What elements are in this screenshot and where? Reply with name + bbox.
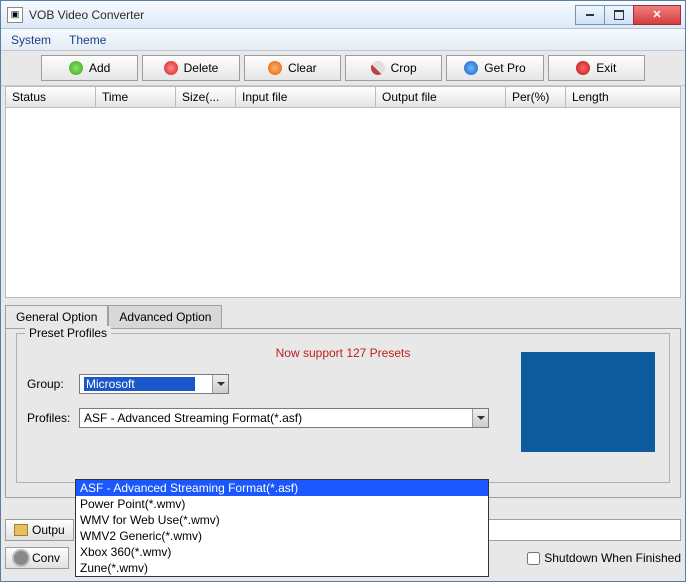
toolbar: Add Delete Clear Crop Get Pro Exit <box>1 51 685 86</box>
dropdown-item[interactable]: WMV for Web Use(*.wmv) <box>76 512 488 528</box>
tab-advanced[interactable]: Advanced Option <box>108 305 222 329</box>
crop-label: Crop <box>391 61 417 75</box>
chevron-down-icon <box>212 375 228 393</box>
preview-box <box>521 352 655 452</box>
window-title: VOB Video Converter <box>29 8 144 22</box>
close-button[interactable] <box>633 5 681 25</box>
minimize-button[interactable] <box>575 5 605 25</box>
getpro-label: Get Pro <box>484 61 525 75</box>
profiles-value: ASF - Advanced Streaming Format(*.asf) <box>84 411 302 425</box>
col-input[interactable]: Input file <box>236 87 376 107</box>
clear-icon <box>268 61 282 75</box>
clear-button[interactable]: Clear <box>244 55 341 81</box>
shutdown-checkbox[interactable]: Shutdown When Finished <box>527 551 681 565</box>
table-header: Status Time Size(... Input file Output f… <box>5 86 681 108</box>
general-panel: Preset Profiles Now support 127 Presets … <box>5 328 681 498</box>
getpro-button[interactable]: Get Pro <box>446 55 543 81</box>
add-label: Add <box>89 61 110 75</box>
info-icon <box>464 61 478 75</box>
dropdown-item[interactable]: Zune(*.wmv) <box>76 560 488 576</box>
dropdown-item[interactable]: Power Point(*.wmv) <box>76 496 488 512</box>
chevron-down-icon <box>472 409 488 427</box>
table-body[interactable] <box>5 108 681 298</box>
col-output[interactable]: Output file <box>376 87 506 107</box>
gear-icon <box>14 551 28 565</box>
profiles-label: Profiles: <box>27 411 79 425</box>
exit-button[interactable]: Exit <box>548 55 645 81</box>
exit-icon <box>576 61 590 75</box>
delete-label: Delete <box>184 61 219 75</box>
output-label: Outpu <box>32 523 65 537</box>
dropdown-item[interactable]: Xbox 360(*.wmv) <box>76 544 488 560</box>
folder-icon <box>14 524 28 536</box>
dropdown-item[interactable]: WMV2 Generic(*.wmv) <box>76 528 488 544</box>
group-combo[interactable]: Microsoft <box>79 374 229 394</box>
preset-fieldset: Preset Profiles Now support 127 Presets … <box>16 333 670 483</box>
col-per[interactable]: Per(%) <box>506 87 566 107</box>
app-icon: ▣ <box>7 7 23 23</box>
crop-button[interactable]: Crop <box>345 55 442 81</box>
group-value: Microsoft <box>84 377 195 391</box>
profiles-combo[interactable]: ASF - Advanced Streaming Format(*.asf) <box>79 408 489 428</box>
profiles-dropdown[interactable]: ASF - Advanced Streaming Format(*.asf) P… <box>75 479 489 577</box>
dropdown-item[interactable]: ASF - Advanced Streaming Format(*.asf) <box>76 480 488 496</box>
menu-theme[interactable]: Theme <box>69 33 106 47</box>
menubar: System Theme <box>1 29 685 51</box>
col-status[interactable]: Status <box>6 87 96 107</box>
preset-legend: Preset Profiles <box>25 326 111 340</box>
delete-button[interactable]: Delete <box>142 55 239 81</box>
col-length[interactable]: Length <box>566 87 680 107</box>
col-time[interactable]: Time <box>96 87 176 107</box>
col-size[interactable]: Size(... <box>176 87 236 107</box>
convert-label: Conv <box>32 551 60 565</box>
menu-system[interactable]: System <box>11 33 51 47</box>
convert-button[interactable]: Conv <box>5 547 69 569</box>
clear-label: Clear <box>288 61 317 75</box>
plus-icon <box>69 61 83 75</box>
output-folder-button[interactable]: Outpu <box>5 519 74 541</box>
shutdown-label: Shutdown When Finished <box>544 551 681 565</box>
crop-icon <box>371 61 385 75</box>
exit-label: Exit <box>596 61 616 75</box>
group-label: Group: <box>27 377 79 391</box>
minus-icon <box>164 61 178 75</box>
app-window: ▣ VOB Video Converter System Theme Add D… <box>0 0 686 582</box>
maximize-button[interactable] <box>604 5 634 25</box>
titlebar: ▣ VOB Video Converter <box>1 1 685 29</box>
shutdown-check-input[interactable] <box>527 552 540 565</box>
add-button[interactable]: Add <box>41 55 138 81</box>
